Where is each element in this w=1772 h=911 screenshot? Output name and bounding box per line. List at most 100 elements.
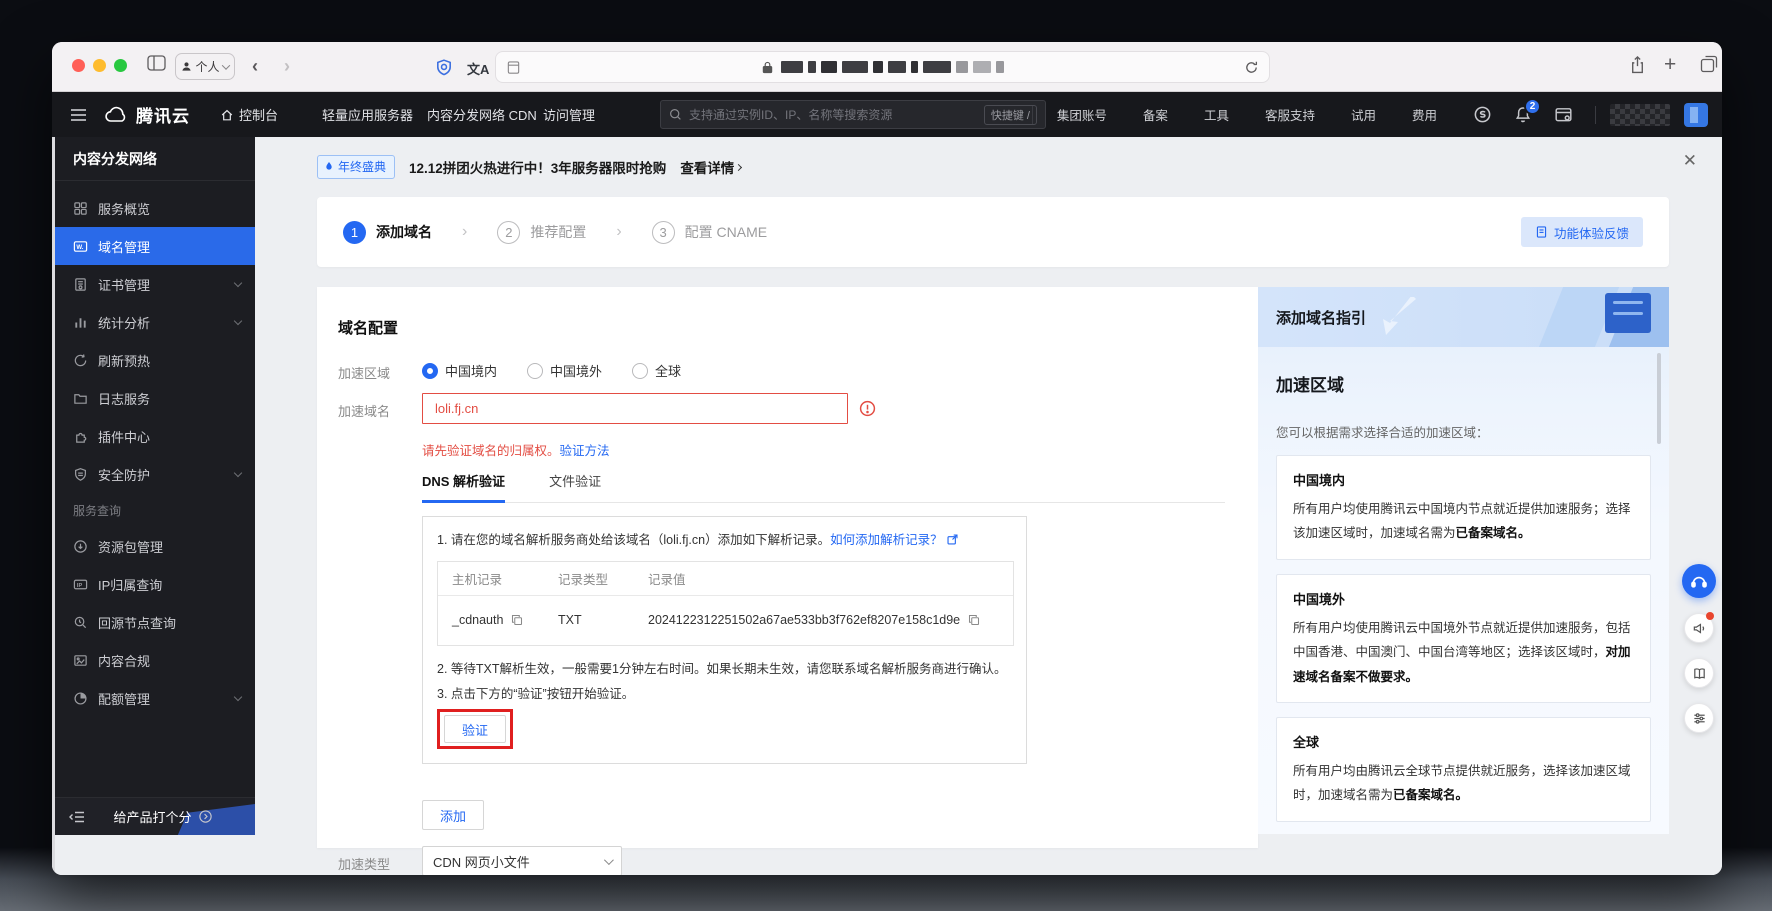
dns-step-1: 1. 请在您的域名解析服务商处给该域名（loli.fj.cn）添加如下解析记录。… <box>437 531 1012 550</box>
main-area: ✕ 年终盛典 12.12拼团火热进行中！3年服务器限时抢购 查看详情 1 添加域… <box>255 137 1722 875</box>
sidebar-item-domain-management[interactable]: W. 域名管理 <box>55 227 255 265</box>
chevron-down-icon <box>221 60 230 70</box>
address-bar[interactable] <box>495 51 1270 83</box>
megaphone-icon <box>1693 622 1704 634</box>
scrollbar-thumb[interactable] <box>1657 353 1661 444</box>
domain-label: 加速域名 <box>338 404 391 419</box>
add-button[interactable]: 添加 <box>422 800 485 831</box>
sidebar-item-plugins[interactable]: 插件中心 <box>55 417 255 455</box>
promo-badge: 年终盛典 <box>317 155 396 179</box>
steps-bar: 1 添加域名 › 2 推荐配置 › 3 配置 CNAME 功能体验反馈 <box>317 197 1669 267</box>
nav-product-cdn[interactable]: 内容分发网络 CDN <box>427 92 537 137</box>
decoration-arrow-icon <box>1376 297 1422 337</box>
translate-icon[interactable]: 文A <box>467 59 489 78</box>
floating-toolbar <box>1682 564 1716 733</box>
minimize-window-button[interactable] <box>93 59 106 72</box>
privacy-shield-icon[interactable] <box>435 58 453 77</box>
desktop: 个人 ‹ › 文A + 腾讯云 控制台 轻量应用服务器 内容分发网络 CDN 访… <box>0 0 1772 911</box>
nav-link-support[interactable]: 客服支持 <box>1265 105 1315 124</box>
console-topnav: 腾讯云 控制台 轻量应用服务器 内容分发网络 CDN 访问管理 支持通过实例ID… <box>52 92 1722 137</box>
chevron-down-icon <box>233 278 243 287</box>
share-icon[interactable] <box>1629 55 1646 75</box>
back-button[interactable]: ‹ <box>252 56 258 77</box>
acceleration-type-select[interactable]: CDN 网页小文件 <box>422 846 622 875</box>
nav-link-tools[interactable]: 工具 <box>1204 105 1229 124</box>
sidebar-toggle-icon[interactable] <box>147 55 166 71</box>
how-to-add-record-link[interactable]: 如何添加解析记录？ <box>830 533 943 547</box>
external-link-icon[interactable] <box>946 533 959 546</box>
hamburger-menu-icon[interactable] <box>70 92 87 137</box>
verify-method-link[interactable]: 验证方法 <box>560 444 610 458</box>
sidebar-item-logs[interactable]: 日志服务 <box>55 379 255 417</box>
sidebar-item-overview[interactable]: 服务概览 <box>55 189 255 227</box>
step-separator: › <box>616 223 622 240</box>
package-download-icon <box>74 539 87 553</box>
radio-outside-china[interactable]: 中国境外 <box>527 361 602 380</box>
nav-product-cam[interactable]: 访问管理 <box>543 92 595 137</box>
zoom-window-button[interactable] <box>114 59 127 72</box>
close-icon[interactable]: ✕ <box>1683 151 1697 171</box>
sidebar-item-security[interactable]: 安全防护 <box>55 455 255 493</box>
reload-icon[interactable] <box>1244 60 1259 75</box>
search-icon <box>670 109 681 120</box>
safari-profile-button[interactable]: 个人 <box>175 53 235 80</box>
rate-product-button[interactable]: 给产品打个分 <box>113 807 212 826</box>
person-icon <box>182 62 192 71</box>
console-link[interactable]: 控制台 <box>220 92 278 137</box>
docs-button[interactable] <box>1684 658 1714 688</box>
sidebar-item-purge-prefetch[interactable]: 刷新预热 <box>55 341 255 379</box>
account-name-redacted[interactable] <box>1610 103 1670 126</box>
promotions-button[interactable] <box>1684 612 1714 643</box>
sidebar-item-certificates[interactable]: 证书管理 <box>55 265 255 303</box>
sidebar-item-quota-management[interactable]: 配额管理 <box>55 679 255 717</box>
nav-link-icp[interactable]: 备案 <box>1143 105 1168 124</box>
radio-global[interactable]: 全球 <box>632 361 681 380</box>
chevron-down-icon <box>233 468 243 477</box>
console-search-input[interactable]: 支持通过实例ID、IP、名称等搜索资源 快捷键 / <box>660 100 1046 129</box>
customer-service-button[interactable] <box>1682 564 1716 598</box>
record-type: TXT <box>558 613 582 628</box>
close-window-button[interactable] <box>72 59 85 72</box>
collapse-sidebar-icon[interactable] <box>69 810 85 824</box>
new-tab-button[interactable]: + <box>1664 53 1676 77</box>
chevron-down-icon <box>233 316 243 325</box>
domain-input[interactable]: loli.fj.cn <box>422 393 848 424</box>
verify-button[interactable]: 验证 <box>444 715 507 744</box>
notifications-bell-icon[interactable]: 2 <box>1514 98 1541 124</box>
type-label: 加速类型 <box>338 857 391 873</box>
sliders-icon <box>1693 712 1705 724</box>
brand-logo[interactable]: 腾讯云 <box>104 92 190 137</box>
console-settings-icon[interactable] <box>1554 106 1573 124</box>
nav-product-lighthouse[interactable]: 轻量应用服务器 <box>322 92 413 137</box>
home-icon <box>221 109 233 120</box>
promo-details-link[interactable]: 查看详情 <box>680 157 743 177</box>
workorder-icon[interactable] <box>1473 105 1492 124</box>
feedback-survey-button[interactable] <box>1684 703 1714 733</box>
sidebar-item-origin-node-lookup[interactable]: 回源节点查询 <box>55 603 255 641</box>
domain-icon: W. <box>73 240 88 252</box>
nav-link-org[interactable]: 集团账号 <box>1057 105 1107 124</box>
copy-icon[interactable] <box>511 614 523 626</box>
avatar[interactable] <box>1684 102 1708 127</box>
forward-button[interactable]: › <box>284 56 290 77</box>
tab-overview-icon[interactable] <box>1700 55 1718 73</box>
sidebar-item-ip-lookup[interactable]: IP IP归属查询 <box>55 565 255 603</box>
region-label: 加速区域 <box>338 366 391 381</box>
sidebar-item-statistics[interactable]: 统计分析 <box>55 303 255 341</box>
nav-link-trial[interactable]: 试用 <box>1351 105 1376 124</box>
sidebar-menu: 服务概览 W. 域名管理 证书管理 统计分析 刷新预热 日志服务 插件中心 安全… <box>55 181 255 797</box>
record-value: 2024122312251502a67ae533bb3f762ef8207e15… <box>648 613 961 628</box>
guide-intro: 您可以根据需求选择合适的加速区域： <box>1276 426 1489 440</box>
nav-link-billing[interactable]: 费用 <box>1412 105 1437 124</box>
sidebar-item-resource-packages[interactable]: 资源包管理 <box>55 527 255 565</box>
chevron-down-icon <box>603 854 614 865</box>
feedback-button[interactable]: 功能体验反馈 <box>1520 217 1643 247</box>
page-content: 内容分发网络 服务概览 W. 域名管理 证书管理 统计分析 刷新预热 日志服务 … <box>52 137 1722 875</box>
radio-china-mainland[interactable]: 中国境内 <box>422 361 497 380</box>
copy-icon[interactable] <box>968 614 980 626</box>
table-header-row: 主机记录 记录类型 记录值 <box>438 562 1013 596</box>
tab-file-verification[interactable]: 文件验证 <box>549 471 601 502</box>
sidebar-item-content-compliance[interactable]: 内容合规 <box>55 641 255 679</box>
step-separator: › <box>462 223 468 240</box>
tab-dns-verification[interactable]: DNS 解析验证 <box>422 471 506 503</box>
